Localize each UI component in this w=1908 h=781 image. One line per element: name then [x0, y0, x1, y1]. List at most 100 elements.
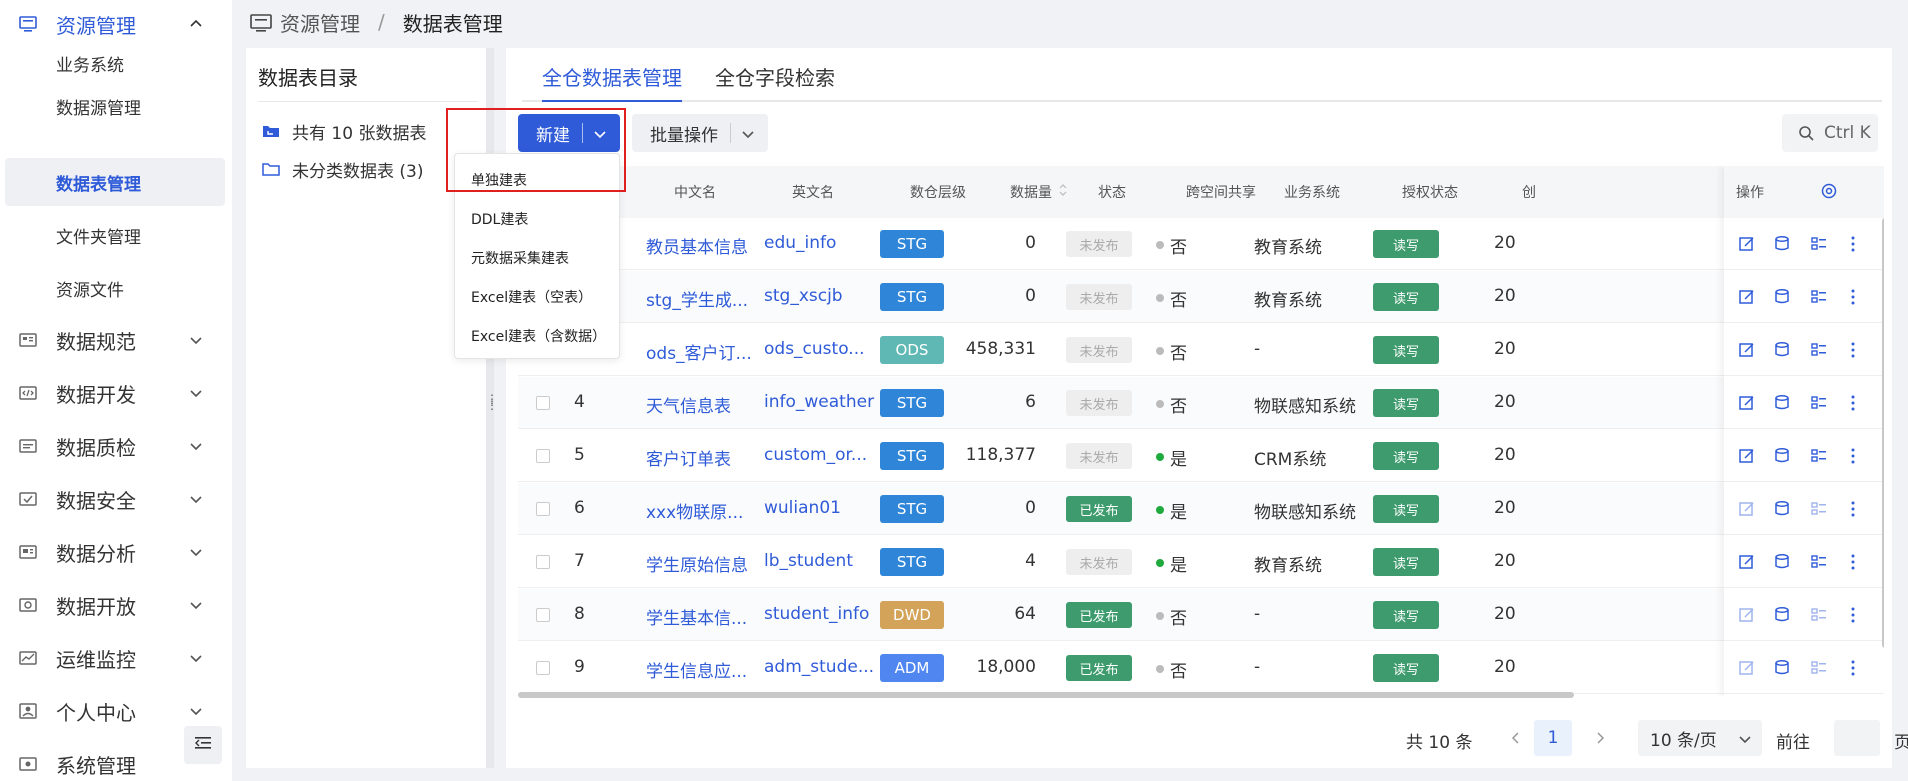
table-row[interactable]: stg_学生成... stg_xscjb STG 0 未发布否教育系统 读写 20 [518, 271, 1884, 323]
form-icon[interactable] [1810, 235, 1828, 253]
prev-page-icon[interactable] [1506, 728, 1526, 748]
more-vertical-icon[interactable] [1844, 288, 1862, 306]
row-checkbox[interactable] [536, 449, 550, 463]
sort-icon[interactable] [1058, 182, 1068, 202]
sidebar-item-folder[interactable]: 文件夹管理 [0, 211, 232, 259]
sidebar-item-resource-file[interactable]: 资源文件 [0, 264, 232, 312]
database-icon[interactable] [1774, 235, 1792, 253]
table-cn-name-link[interactable]: 教员基本信息 [646, 233, 748, 258]
nav-section-analysis[interactable]: 数据分析 [0, 528, 232, 576]
table-cn-name-link[interactable]: 学生基本信... [646, 604, 747, 629]
form-icon[interactable] [1810, 659, 1828, 677]
drag-handle-icon[interactable]: ⋮ ⋮ [486, 393, 498, 416]
table-row[interactable]: 5 客户订单表 custom_or... STG 118,377 未发布是 CRM系统 读写 2… [518, 430, 1884, 482]
table-cn-name-link[interactable]: 客户订单表 [646, 445, 731, 470]
tab-all-tables[interactable]: 全仓数据表管理 [542, 62, 682, 102]
form-icon[interactable] [1810, 553, 1828, 571]
table-cn-name-link[interactable]: stg_学生成... [646, 286, 748, 311]
batch-operation-button[interactable]: 批量操作 [632, 114, 768, 152]
table-en-name-link[interactable]: lb_student [764, 551, 853, 571]
table-row[interactable]: 6 xxx物联原... wulian01 STG 0 已发布是物联感知系统 读写 20 [518, 483, 1884, 535]
table-cn-name-link[interactable]: 学生原始信息 [646, 551, 748, 576]
search-button[interactable]: Ctrl K [1782, 114, 1878, 152]
settings-gear-icon[interactable] [1820, 182, 1838, 204]
edit-icon[interactable] [1738, 606, 1756, 624]
menu-item-ddl-create[interactable]: DDL建表 [471, 209, 528, 229]
form-icon[interactable] [1810, 500, 1828, 518]
table-en-name-link[interactable]: custom_or... [764, 445, 867, 465]
table-en-name-link[interactable]: info_weather [764, 392, 874, 412]
nav-section-security[interactable]: 数据安全 [0, 475, 232, 523]
row-checkbox[interactable] [536, 661, 550, 675]
table-row[interactable]: 教员基本信息 edu_info STG 0 未发布否教育系统 读写 20 [518, 218, 1884, 270]
more-vertical-icon[interactable] [1844, 553, 1862, 571]
more-vertical-icon[interactable] [1844, 235, 1862, 253]
table-en-name-link[interactable]: ods_custo... [764, 339, 865, 359]
vertical-scrollbar[interactable] [1882, 218, 1884, 648]
horizontal-scrollbar[interactable] [518, 692, 1574, 698]
more-vertical-icon[interactable] [1844, 500, 1862, 518]
database-icon[interactable] [1774, 659, 1792, 677]
more-vertical-icon[interactable] [1844, 659, 1862, 677]
edit-icon[interactable] [1738, 447, 1756, 465]
more-vertical-icon[interactable] [1844, 394, 1862, 412]
edit-icon[interactable] [1738, 659, 1756, 677]
page-size-select[interactable]: 10 条/页 [1638, 720, 1762, 756]
menu-item-excel-data[interactable]: Excel建表（含数据） [471, 326, 606, 346]
database-icon[interactable] [1774, 394, 1792, 412]
edit-icon[interactable] [1738, 288, 1756, 306]
next-page-icon[interactable] [1590, 728, 1610, 748]
table-row[interactable]: 8 学生基本信... student_info DWD 64 已发布否 - 读写 20 [518, 589, 1884, 641]
nav-section-open[interactable]: 数据开放 [0, 581, 232, 629]
sidebar-item-datasource[interactable]: 数据源管理 [0, 82, 232, 130]
table-cn-name-link[interactable]: ods_客户订... [646, 339, 752, 364]
edit-icon[interactable] [1738, 500, 1756, 518]
nav-section-ops[interactable]: 运维监控 [0, 634, 232, 682]
page-number-current[interactable]: 1 [1534, 720, 1572, 756]
table-en-name-link[interactable]: wulian01 [764, 498, 841, 518]
database-icon[interactable] [1774, 447, 1792, 465]
table-row[interactable]: ods_客户订... ods_custo... ODS 458,331 未发布否 - 读写 2… [518, 324, 1884, 376]
table-cn-name-link[interactable]: 天气信息表 [646, 392, 731, 417]
database-icon[interactable] [1774, 288, 1792, 306]
form-icon[interactable] [1810, 447, 1828, 465]
nav-section-quality[interactable]: 数据质检 [0, 422, 232, 470]
database-icon[interactable] [1774, 500, 1792, 518]
table-en-name-link[interactable]: adm_stude... [764, 657, 874, 677]
table-row[interactable]: 7 学生原始信息 lb_student STG 4 未发布是教育系统 读写 20 [518, 536, 1884, 588]
menu-item-metadata-create[interactable]: 元数据采集建表 [471, 248, 569, 268]
sidebar-collapse-button[interactable] [184, 726, 222, 764]
row-checkbox[interactable] [536, 608, 550, 622]
goto-page-input[interactable] [1834, 720, 1880, 756]
table-en-name-link[interactable]: stg_xscjb [764, 286, 843, 306]
table-en-name-link[interactable]: student_info [764, 604, 869, 624]
table-en-name-link[interactable]: edu_info [764, 233, 836, 253]
more-vertical-icon[interactable] [1844, 341, 1862, 359]
table-cn-name-link[interactable]: xxx物联原... [646, 498, 743, 523]
database-icon[interactable] [1774, 341, 1792, 359]
table-row[interactable]: 9 学生信息应... adm_stude... ADM 18,000 已发布否 - 读写 20 [518, 642, 1884, 694]
row-checkbox[interactable] [536, 502, 550, 516]
row-checkbox[interactable] [536, 396, 550, 410]
edit-icon[interactable] [1738, 394, 1756, 412]
edit-icon[interactable] [1738, 235, 1756, 253]
form-icon[interactable] [1810, 606, 1828, 624]
nav-section-dev[interactable]: 数据开发 [0, 369, 232, 417]
breadcrumb-level1[interactable]: 资源管理 [280, 8, 360, 37]
col-count[interactable]: 数据量 [1010, 182, 1052, 202]
more-vertical-icon[interactable] [1844, 447, 1862, 465]
database-icon[interactable] [1774, 606, 1792, 624]
edit-icon[interactable] [1738, 553, 1756, 571]
table-cn-name-link[interactable]: 学生信息应... [646, 657, 747, 682]
tree-node-uncategorized[interactable]: 未分类数据表 (3) [262, 156, 423, 182]
database-icon[interactable] [1774, 553, 1792, 571]
form-icon[interactable] [1810, 341, 1828, 359]
form-icon[interactable] [1810, 288, 1828, 306]
row-checkbox[interactable] [536, 555, 550, 569]
sidebar-item-business-system[interactable]: 业务系统 [0, 39, 232, 87]
tree-node-all[interactable]: 共有 10 张数据表 [262, 118, 426, 144]
nav-section-spec[interactable]: 数据规范 [0, 316, 232, 364]
form-icon[interactable] [1810, 394, 1828, 412]
sidebar-item-datatable[interactable]: 数据表管理 [5, 158, 225, 206]
menu-item-excel-empty[interactable]: Excel建表（空表） [471, 287, 592, 307]
